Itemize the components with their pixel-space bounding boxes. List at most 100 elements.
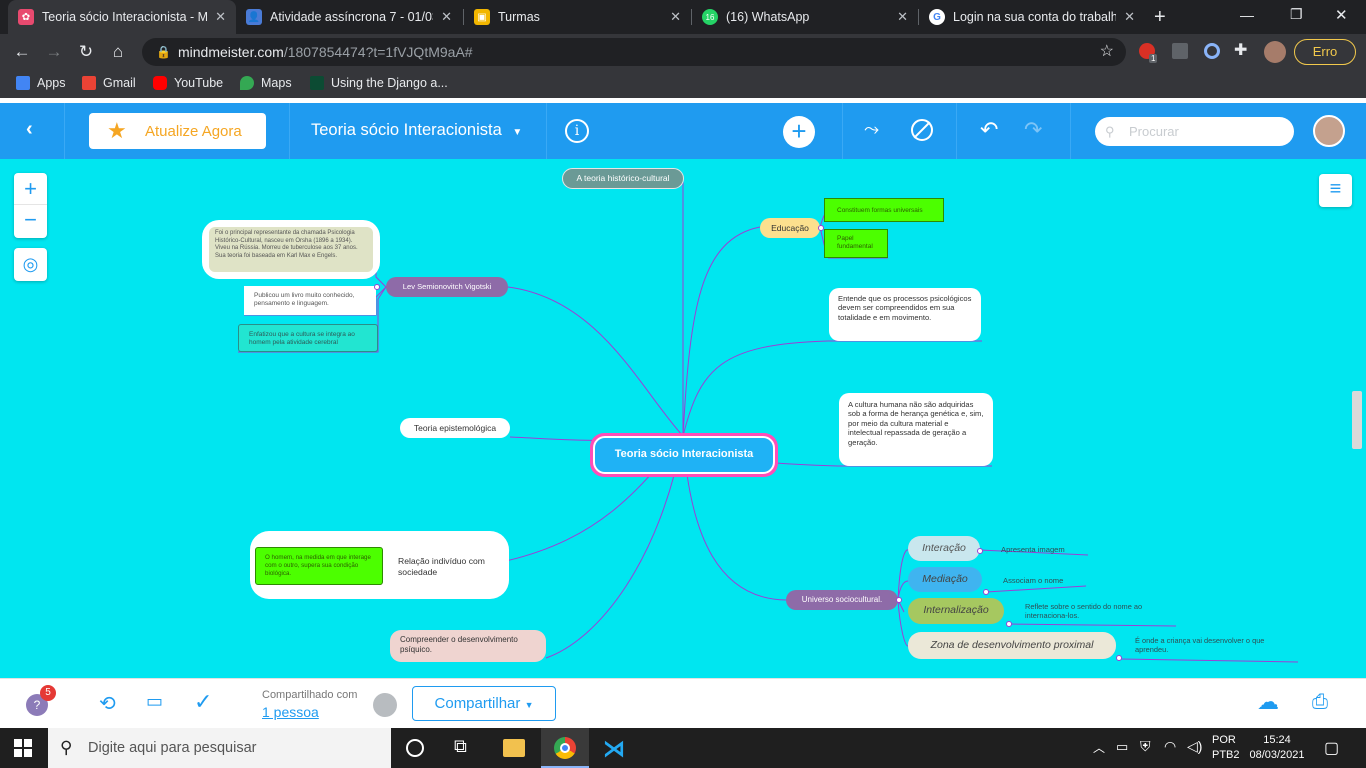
back-icon[interactable]: ← <box>10 40 34 64</box>
bookmark-maps[interactable]: Maps <box>240 76 292 90</box>
node-papel-fundamental[interactable]: Papel fundamental <box>824 229 888 258</box>
bookmark-django[interactable]: Using the Django a... <box>310 76 448 90</box>
note-internalizacao[interactable]: Reflete sobre o sentido do nome ao inter… <box>1025 602 1173 621</box>
note-interacao[interactable]: Apresenta imagem <box>1001 545 1065 554</box>
restore-icon[interactable]: ❐ <box>1290 6 1303 23</box>
connector-handle[interactable] <box>1116 655 1122 661</box>
forward-icon[interactable]: → <box>42 40 66 64</box>
redo-icon[interactable]: ↷ <box>1024 117 1042 143</box>
node-o-homem[interactable]: O homem, na medida em que interage com o… <box>255 547 383 585</box>
connector-handle[interactable] <box>818 225 824 231</box>
cortana-icon[interactable] <box>406 739 424 757</box>
node-vigotski-cultura[interactable]: Enfatizou que a cultura se integra ao ho… <box>238 324 378 352</box>
extension-icon[interactable] <box>1204 43 1220 59</box>
extension-icon[interactable] <box>1172 43 1188 59</box>
profile-error-button[interactable]: Erro <box>1294 39 1356 65</box>
node-internalizacao[interactable]: Internalização <box>908 598 1004 624</box>
connector-handle[interactable] <box>374 284 380 290</box>
node-relacao[interactable]: Relação indivíduo com sociedade <box>398 556 502 577</box>
connector-handle[interactable] <box>1006 621 1012 627</box>
taskbar-chrome[interactable] <box>541 728 589 768</box>
defender-icon[interactable]: ⛨ <box>1140 738 1151 755</box>
user-avatar[interactable] <box>1313 115 1345 147</box>
zoom-in-button[interactable]: + <box>14 173 47 205</box>
root-node[interactable]: Teoria sócio Interacionista <box>590 433 778 477</box>
close-tab-icon[interactable]: ✕ <box>441 9 452 25</box>
vscode-icon[interactable]: ⋊ <box>603 736 625 762</box>
bookmark-youtube[interactable]: YouTube <box>153 76 223 90</box>
bookmark-star-icon[interactable]: ☆ <box>1100 38 1114 66</box>
close-tab-icon[interactable]: ✕ <box>670 9 681 25</box>
close-tab-icon[interactable]: ✕ <box>1124 9 1135 25</box>
tab-atividade[interactable]: 👤 Atividade assíncrona 7 - 01/03 ✕ <box>236 0 462 34</box>
notification-icon[interactable]: ▢ <box>1324 738 1339 758</box>
connector-handle[interactable] <box>977 548 983 554</box>
node-vigotski-bio-cloud[interactable]: Foi o principal representante da chamada… <box>205 223 377 276</box>
back-chevron-icon[interactable]: ‹ <box>26 118 33 141</box>
close-tab-icon[interactable]: ✕ <box>897 9 908 25</box>
node-constituem-formas[interactable]: Constituem formas universais <box>824 198 944 222</box>
tab-mindmeister[interactable]: ✿ Teoria sócio Interacionista - Mi ✕ <box>8 0 236 34</box>
node-zona[interactable]: Zona de desenvolvimento proximal <box>908 632 1116 659</box>
zoom-out-button[interactable]: − <box>14 205 47 237</box>
node-entende[interactable]: Entende que os processos psicológicos de… <box>829 288 981 341</box>
close-window-icon[interactable]: ✕ <box>1335 6 1348 24</box>
address-bar[interactable]: 🔒 mindmeister.com/1807854474?t=1fVJQtM9a… <box>142 38 1126 66</box>
connector-handle[interactable] <box>896 597 902 603</box>
presentation-icon[interactable]: ▭ <box>146 691 163 712</box>
shared-count-link[interactable]: 1 pessoa <box>262 704 319 720</box>
node-cultura-humana[interactable]: A cultura humana não são adquiridas sob … <box>839 393 993 466</box>
node-mediacao[interactable]: Mediação <box>908 567 982 592</box>
reload-icon[interactable]: ↻ <box>74 40 98 64</box>
node-interacao[interactable]: Interação <box>908 536 980 561</box>
history-icon[interactable]: ⟲ <box>99 691 116 716</box>
center-map-button[interactable]: ◎ <box>14 248 47 281</box>
print-icon[interactable]: ⎙ <box>1312 691 1328 714</box>
map-title-dropdown[interactable]: Teoria sócio Interacionista ▼ <box>311 121 522 140</box>
wifi-icon[interactable]: ◠ <box>1164 738 1176 755</box>
mindmap-canvas[interactable]: + − ◎ ≡ Teoria sócio Interacionista A te… <box>0 159 1366 678</box>
connector-handle[interactable] <box>983 589 989 595</box>
note-zona[interactable]: É onde a criança vai desenvolver o que a… <box>1135 636 1295 655</box>
bookmark-apps[interactable]: Apps <box>16 76 66 90</box>
task-view-icon[interactable]: ⧉ <box>454 736 467 757</box>
shared-user-avatar[interactable] <box>373 693 397 717</box>
tab-turmas[interactable]: ▣ Turmas ✕ <box>464 0 691 34</box>
share-button[interactable]: Compartilhar ▼ <box>412 686 556 721</box>
undo-icon[interactable]: ↶ <box>980 117 998 143</box>
taskbar-search-input[interactable]: ⚲ Digite aqui para pesquisar <box>48 728 391 768</box>
bookmark-gmail[interactable]: Gmail <box>82 76 136 90</box>
language-indicator[interactable]: POR PTB2 <box>1212 733 1240 763</box>
sidebar-menu-button[interactable]: ≡ <box>1319 174 1352 207</box>
clock[interactable]: 15:24 08/03/2021 <box>1246 733 1308 763</box>
tab-whatsapp[interactable]: 16 (16) WhatsApp ✕ <box>692 0 918 34</box>
minimize-icon[interactable]: — <box>1240 7 1254 23</box>
node-teoria-epistemologica[interactable]: Teoria epistemológica <box>400 418 510 438</box>
tasks-check-icon[interactable]: ✓ <box>194 689 212 715</box>
tab-login[interactable]: G Login na sua conta do trabalho ✕ <box>919 0 1145 34</box>
search-input[interactable]: ⚲ Procurar <box>1095 117 1294 146</box>
upgrade-button[interactable]: ★ Atualize Agora <box>89 113 266 149</box>
vertical-scrollbar[interactable] <box>1352 391 1362 449</box>
windows-start-icon[interactable] <box>14 739 32 757</box>
volume-icon[interactable]: ◁) <box>1187 738 1202 755</box>
node-vigotski[interactable]: Lev Semionovitch Vigotski <box>386 277 508 297</box>
profile-avatar[interactable] <box>1264 41 1286 63</box>
info-icon[interactable]: i <box>565 119 589 143</box>
node-vigotski-livro[interactable]: Publicou um livro muito conhecido, pensa… <box>244 286 376 315</box>
connect-icon[interactable]: ⤳ <box>864 119 879 141</box>
file-explorer-icon[interactable] <box>503 739 525 757</box>
home-icon[interactable]: ⌂ <box>106 40 130 64</box>
cloud-download-icon[interactable]: ☁ <box>1257 689 1279 715</box>
note-mediacao[interactable]: Associam o nome <box>1003 576 1063 585</box>
node-historico-cultural[interactable]: A teoria histórico-cultural <box>562 168 684 189</box>
tray-chevron-icon[interactable]: ︿ <box>1093 739 1105 756</box>
forbidden-icon[interactable] <box>911 119 933 141</box>
close-tab-icon[interactable]: ✕ <box>215 9 226 25</box>
node-educacao[interactable]: Educação <box>760 218 820 238</box>
puzzle-extensions-icon[interactable]: ✚ <box>1234 40 1247 60</box>
add-node-button[interactable]: + <box>783 116 815 148</box>
node-universo[interactable]: Universo sociocultural. <box>786 590 898 610</box>
new-tab-icon[interactable]: + <box>1154 6 1166 29</box>
battery-icon[interactable]: ▭ <box>1116 739 1128 755</box>
